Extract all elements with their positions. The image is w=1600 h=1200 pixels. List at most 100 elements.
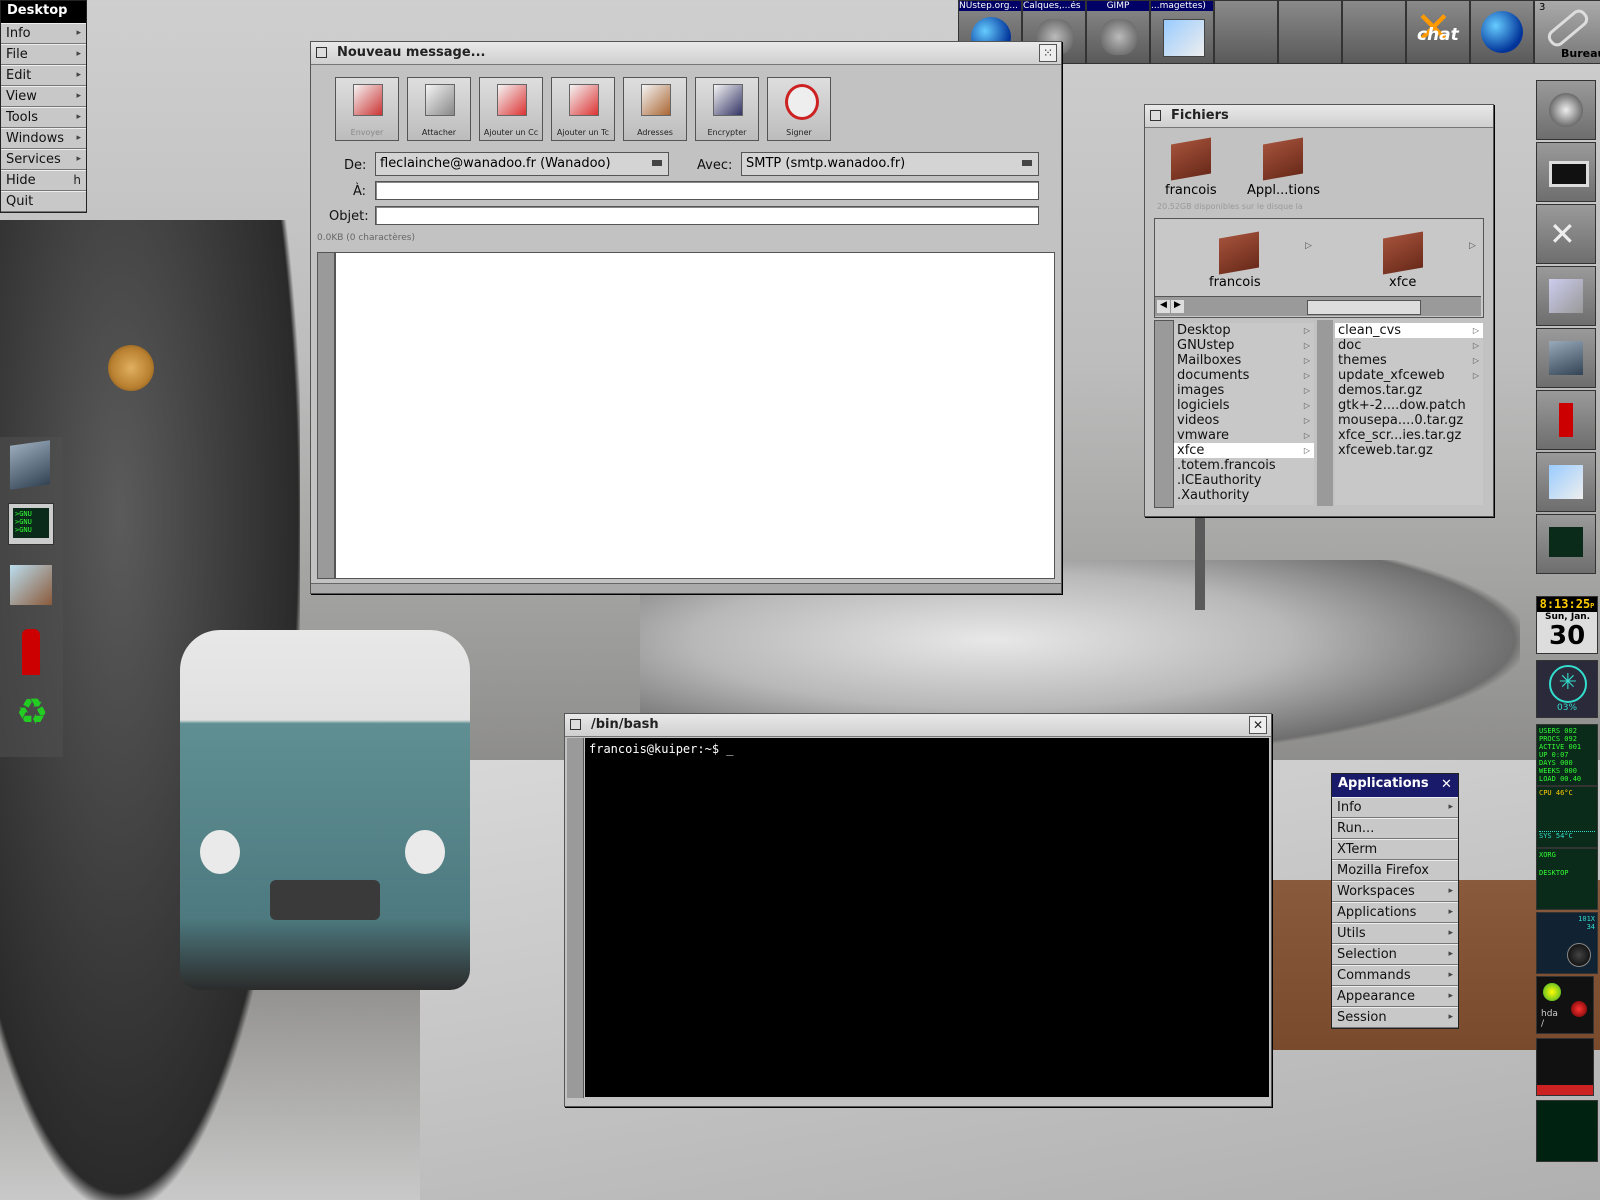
column-1-item[interactable]: Mailboxes ▷ <box>1174 353 1314 368</box>
applications-folder-icon[interactable] <box>1263 137 1303 181</box>
column-1-item[interactable]: images ▷ <box>1174 383 1314 398</box>
column-1-item[interactable]: GNUstep ▷ <box>1174 338 1314 353</box>
smtp-server-select[interactable]: SMTP (smtp.wanadoo.fr) <box>741 152 1039 176</box>
apps-menu-item-mozilla-firefox[interactable]: Mozilla Firefox <box>1332 860 1458 881</box>
home-folder-icon[interactable] <box>1171 137 1211 181</box>
files-titlebar[interactable]: Fichiers <box>1145 105 1493 128</box>
apps-menu-item-utils[interactable]: Utils ▸ <box>1332 923 1458 944</box>
path-scrollbar[interactable]: ◀ ▶ <box>1155 296 1481 316</box>
column-2-item[interactable]: xfce_scr...ies.tar.gz <box>1335 428 1483 443</box>
gnustep-box-icon[interactable] <box>1536 328 1596 388</box>
menu-item-services[interactable]: Services ▸ <box>1 149 86 170</box>
recycler-icon[interactable]: ♻ <box>12 693 52 733</box>
column-2-item[interactable]: clean_cvs ▷ <box>1335 323 1483 338</box>
body-scrollbar[interactable] <box>317 252 335 579</box>
menu-item-quit[interactable]: Quit <box>1 191 86 212</box>
path-xfce[interactable]: xfce <box>1389 275 1416 290</box>
column-2-item[interactable]: gtk+-2....dow.patch <box>1335 398 1483 413</box>
column-1-item[interactable]: xfce ▷ <box>1174 443 1314 458</box>
gimp-icon[interactable] <box>1214 0 1278 64</box>
terminal-scrollbar[interactable] <box>567 738 584 1098</box>
apps-menu-item-run[interactable]: Run... <box>1332 818 1458 839</box>
chat-icon[interactable]: ✕ chat <box>1406 0 1470 64</box>
apps-menu-item-xterm[interactable]: XTerm <box>1332 839 1458 860</box>
apps-menu-item-info[interactable]: Info ▸ <box>1332 797 1458 818</box>
column-1-item[interactable]: Desktop ▷ <box>1174 323 1314 338</box>
terminal-icon[interactable] <box>1536 514 1596 574</box>
menu-item-hide[interactable]: Hide h <box>1 170 86 191</box>
path-francois[interactable]: francois <box>1209 275 1261 290</box>
apps-menu-item-workspaces[interactable]: Workspaces ▸ <box>1332 881 1458 902</box>
file-viewer-icon[interactable] <box>10 565 52 605</box>
subject-field[interactable] <box>375 206 1039 225</box>
attacher-button[interactable]: Attacher <box>407 77 471 141</box>
signer-button[interactable]: Signer <box>767 77 831 141</box>
menu-item-edit[interactable]: Edit ▸ <box>1 65 86 86</box>
ajouter-un-cc-button[interactable]: Ajouter un Cc <box>479 77 543 141</box>
column-1-item[interactable]: documents ▷ <box>1174 368 1314 383</box>
apps-menu-item-commands[interactable]: Commands ▸ <box>1332 965 1458 986</box>
encrypter-button[interactable]: Encrypter <box>695 77 759 141</box>
gimp-icon[interactable] <box>1278 0 1342 64</box>
shelf-item-francois[interactable]: francois <box>1165 183 1217 198</box>
volume-knob-icon[interactable] <box>1567 943 1591 967</box>
to-field[interactable] <box>375 181 1039 200</box>
shelf-item-applications[interactable]: Appl...tions <box>1247 183 1320 198</box>
ajouter-un-tc-button[interactable]: Ajouter un Tc <box>551 77 615 141</box>
close-icon[interactable]: ✕ <box>1438 776 1455 793</box>
column-2-item[interactable]: update_xfceweb ▷ <box>1335 368 1483 383</box>
mailbox-icon[interactable] <box>1536 390 1596 450</box>
apps-menu-item-selection[interactable]: Selection ▸ <box>1332 944 1458 965</box>
scroll-right-arrow[interactable]: ▶ <box>1171 300 1184 313</box>
apps-menu-item-appearance[interactable]: Appearance ▸ <box>1332 986 1458 1007</box>
mixer-widget[interactable]: 101X 34 <box>1536 912 1598 974</box>
column-1-item[interactable]: .ICEauthority <box>1174 473 1314 488</box>
scroll-left-arrow[interactable]: ◀ <box>1157 300 1170 313</box>
close-button[interactable]: ⁙ <box>1039 44 1057 62</box>
home-folder-icon[interactable] <box>1219 231 1259 275</box>
column-1-item[interactable]: videos ▷ <box>1174 413 1314 428</box>
file-viewer-icon[interactable] <box>1342 0 1406 64</box>
column-2-item[interactable]: themes ▷ <box>1335 353 1483 368</box>
close-icon[interactable]: ✕ <box>1249 716 1267 734</box>
compose-titlebar[interactable]: Nouveau message... ⁙ <box>311 42 1061 65</box>
workspace-switcher[interactable]: 3 Bureau <box>1534 0 1600 64</box>
miniaturize-button[interactable] <box>570 719 581 730</box>
browser-scrollbar[interactable] <box>1154 320 1174 508</box>
folder-icon[interactable] <box>1383 231 1423 275</box>
globe-icon[interactable] <box>1470 0 1534 64</box>
menu-item-tools[interactable]: Tools ▸ <box>1 107 86 128</box>
column-1-item[interactable]: vmware ▷ <box>1174 428 1314 443</box>
menu-item-info[interactable]: Info ▸ <box>1 23 86 44</box>
menu-item-file[interactable]: File ▸ <box>1 44 86 65</box>
apps-menu-item-session[interactable]: Session ▸ <box>1332 1007 1458 1028</box>
terminal-icon[interactable]: >GNU >GNU >GNU <box>8 503 54 545</box>
taskbar-item-4[interactable]: ...magettes) <box>1150 0 1214 64</box>
message-body[interactable] <box>335 252 1055 579</box>
display-icon[interactable] <box>1536 142 1596 202</box>
scroll-knob[interactable] <box>1307 300 1421 315</box>
apps-menu-item-applications[interactable]: Applications ▸ <box>1332 902 1458 923</box>
image-viewer-icon[interactable] <box>1536 452 1596 512</box>
menu-item-windows[interactable]: Windows ▸ <box>1 128 86 149</box>
menu-item-view[interactable]: View ▸ <box>1 86 86 107</box>
adresses-button[interactable]: Adresses <box>623 77 687 141</box>
tools-icon[interactable]: ✕ <box>1536 204 1596 264</box>
mailbox-icon[interactable] <box>22 629 40 675</box>
colors-icon[interactable] <box>1536 266 1596 326</box>
column-1-item[interactable]: .totem.francois <box>1174 458 1314 473</box>
column-1-item[interactable]: .Xauthority <box>1174 488 1314 503</box>
gnustep-box-icon[interactable] <box>10 440 50 490</box>
miniaturize-button[interactable] <box>1150 110 1161 121</box>
column-1-item[interactable]: logiciels ▷ <box>1174 398 1314 413</box>
terminal-titlebar[interactable]: /bin/bash ✕ <box>565 714 1271 737</box>
column-2-item[interactable]: doc ▷ <box>1335 338 1483 353</box>
taskbar-item-3[interactable]: GIMP <box>1086 0 1150 64</box>
column-2-item[interactable]: mousepa....0.tar.gz <box>1335 413 1483 428</box>
miniaturize-button[interactable] <box>316 47 327 58</box>
column-2-item[interactable]: xfceweb.tar.gz <box>1335 443 1483 458</box>
from-account-select[interactable]: fleclainche@wanadoo.fr (Wanadoo) <box>375 152 669 176</box>
desktop-menu-title[interactable]: Desktop <box>1 1 86 23</box>
terminal-screen[interactable]: francois@kuiper:~$ _ <box>585 738 1269 1097</box>
column-2-item[interactable]: demos.tar.gz <box>1335 383 1483 398</box>
